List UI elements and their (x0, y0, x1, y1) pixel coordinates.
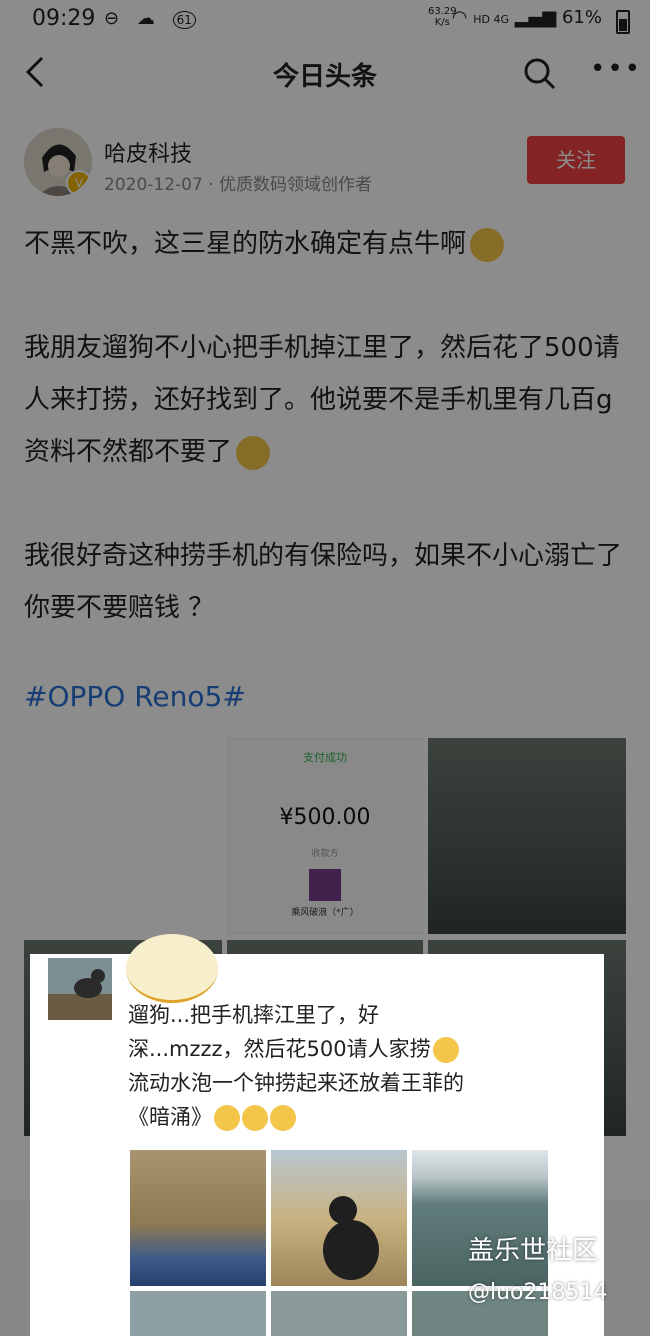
dog-by-river-photo-image[interactable] (271, 1150, 407, 1286)
popup-line-4: 《暗涌》 (128, 1100, 568, 1134)
watermark-community: 盖乐世社区 (468, 1236, 599, 1266)
tearful-emoji-icon (242, 1105, 268, 1131)
smile-emoji-icon (126, 934, 218, 1003)
legs-on-ground-photo-image[interactable] (130, 1150, 266, 1286)
tearful-emoji-icon (214, 1105, 240, 1131)
popup-text: 遛狗...把手机摔江里了，好 深...mzzz，然后花500请人家捞 流动水泡一… (128, 998, 568, 1134)
avatar (48, 958, 112, 1020)
dog-on-rocks-avatar-image (48, 958, 112, 1020)
tearful-emoji-icon (270, 1105, 296, 1131)
river-photo-image[interactable] (271, 1291, 407, 1336)
dog-shape (323, 1196, 379, 1280)
watermark-handle: @luo218514 (468, 1280, 608, 1305)
sleepy-emoji-icon (432, 1037, 459, 1063)
popup-line-2: 深...mzzz，然后花500请人家捞 (128, 1032, 568, 1066)
image-preview-popup[interactable]: 遛狗...把手机摔江里了，好 深...mzzz，然后花500请人家捞 流动水泡一… (30, 934, 604, 1336)
river-photo-image[interactable] (130, 1291, 266, 1336)
